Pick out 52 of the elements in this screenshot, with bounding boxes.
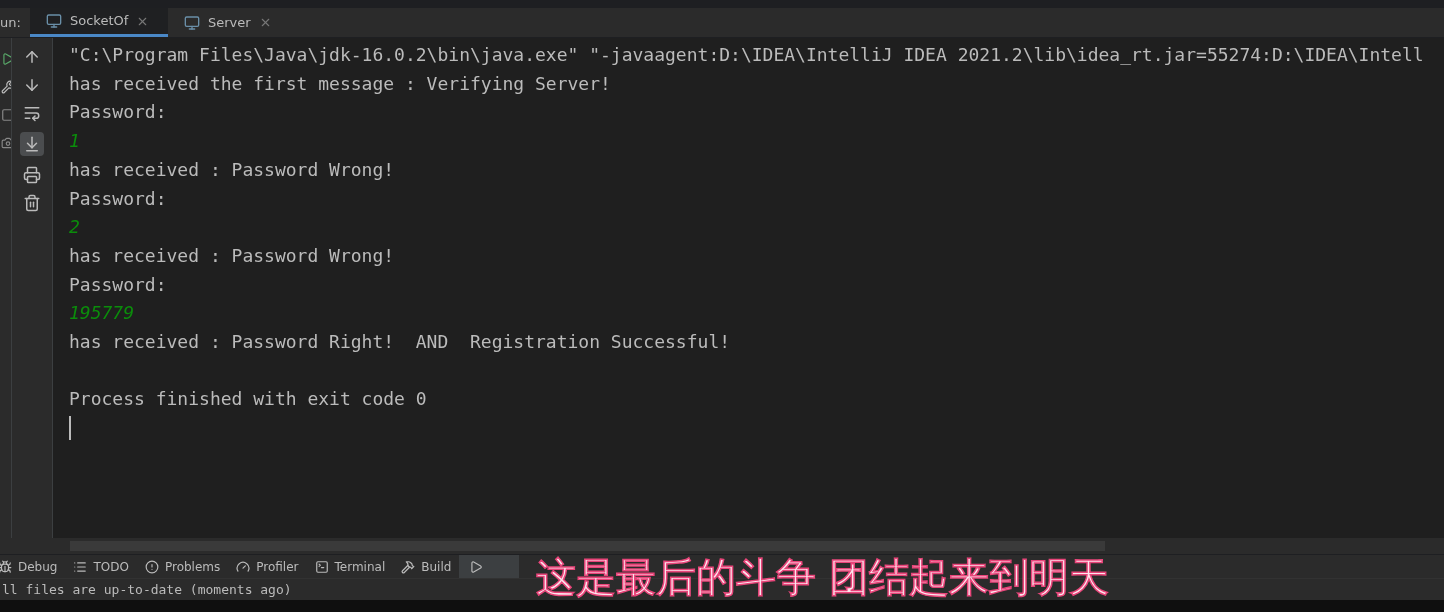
run-panel-label: un: — [0, 13, 22, 32]
console-line: has received the first message : Verifying Server! — [69, 71, 611, 96]
trash-icon[interactable] — [23, 194, 41, 212]
tab-label: Server — [208, 13, 251, 32]
terminal-icon — [314, 559, 329, 574]
down-icon[interactable] — [23, 76, 41, 94]
soft-wrap-icon[interactable] — [23, 104, 41, 122]
tool-window-tab[interactable]: Debug — [0, 555, 66, 578]
wrench-icon[interactable] — [1, 80, 11, 94]
tool-window-tab[interactable]: Problems — [136, 555, 229, 578]
tool-window-label: Debug — [18, 558, 58, 576]
print-icon[interactable] — [23, 166, 41, 184]
tool-window-tab[interactable]: Build — [393, 555, 460, 578]
console-line: has received : Password Wrong! — [69, 243, 395, 268]
tool-window-tab[interactable]: TODO — [65, 555, 137, 578]
up-icon[interactable] — [23, 48, 41, 66]
console-line: Process finished with exit code 0 — [69, 387, 427, 412]
tool-window-label: TODO — [93, 558, 129, 576]
console-icon — [184, 14, 200, 31]
tab-label: SocketOf — [70, 12, 129, 31]
console-line: has received : Password Wrong! — [69, 157, 395, 182]
tool-window-label: Profiler — [256, 558, 299, 576]
console-icon — [46, 13, 62, 29]
list-icon — [73, 559, 88, 574]
desktop-lyrics: 这是最后的斗争 团结起来到明天 — [536, 553, 1109, 602]
tool-window-label: Build — [421, 558, 452, 576]
tool-window-tab[interactable]: Terminal — [306, 555, 394, 578]
hammer-icon — [401, 559, 416, 574]
rerun-icon[interactable] — [1, 52, 11, 66]
bug-icon — [0, 559, 12, 574]
console-line: "C:\Program Files\Java\jdk-16.0.2\bin\java.exe" "-javaagent:D:\IDEA\IntelliJ IDEA 2021.2\lib\idea_rt.jar=55274:D:\IDEA\Intell — [69, 43, 1424, 67]
text-cursor — [69, 416, 71, 441]
console-line: Password: — [69, 272, 167, 297]
status-message: ll files are up-to-date (moments ago) — [2, 580, 292, 599]
console-input-text: 1 — [69, 129, 80, 154]
run-tab[interactable]: SocketOf — [30, 8, 168, 37]
camera-icon[interactable] — [1, 136, 11, 150]
console-line: has received : Password Right! AND Registration Successful! — [69, 330, 731, 355]
alert-icon — [144, 559, 159, 574]
play-icon — [469, 559, 484, 574]
console-line: Password: — [69, 186, 167, 211]
tool-window-tab[interactable]: Profiler — [228, 555, 307, 578]
run-tab[interactable]: Server — [168, 8, 298, 37]
scroll-to-end-icon[interactable] — [20, 132, 44, 156]
tool-window-label: Terminal — [334, 558, 386, 576]
console-line: Password: — [69, 100, 167, 125]
stop-icon[interactable] — [1, 108, 11, 122]
tool-window-tab[interactable] — [459, 555, 520, 578]
console-input-text: 2 — [69, 215, 80, 240]
tool-window-label: Problems — [164, 558, 221, 576]
gauge-icon — [236, 559, 251, 574]
console-input-text: 195779 — [69, 301, 135, 326]
